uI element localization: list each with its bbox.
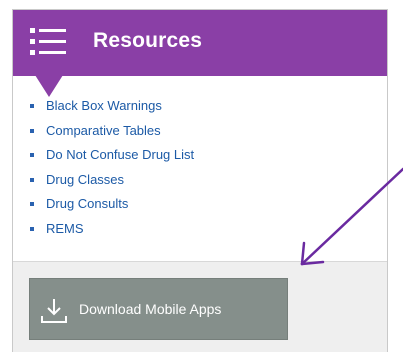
- download-icon: [41, 299, 67, 323]
- resources-panel: Resources Black Box Warnings Comparative…: [12, 9, 388, 352]
- link-label[interactable]: Do Not Confuse Drug List: [46, 147, 194, 162]
- hamburger-list-icon[interactable]: [30, 25, 66, 59]
- link-comparative-tables[interactable]: Comparative Tables: [13, 123, 194, 148]
- bullet-icon: [30, 104, 34, 108]
- link-drug-consults[interactable]: Drug Consults: [13, 196, 194, 221]
- resources-link-list: Black Box Warnings Comparative Tables Do…: [13, 98, 194, 245]
- resources-header: Resources: [13, 10, 387, 76]
- link-label[interactable]: Comparative Tables: [46, 123, 161, 138]
- link-black-box-warnings[interactable]: Black Box Warnings: [13, 98, 194, 123]
- link-label[interactable]: Drug Classes: [46, 172, 124, 187]
- download-label: Download Mobile Apps: [79, 301, 222, 317]
- link-label[interactable]: REMS: [46, 221, 84, 236]
- link-drug-classes[interactable]: Drug Classes: [13, 172, 194, 197]
- header-pointer: [35, 75, 63, 97]
- bullet-icon: [30, 226, 34, 231]
- bullet-icon: [30, 202, 34, 206]
- download-mobile-apps-button[interactable]: Download Mobile Apps: [29, 278, 288, 340]
- bullet-icon: [30, 153, 34, 157]
- link-rems[interactable]: REMS: [13, 221, 194, 246]
- footer-area: Download Mobile Apps: [13, 261, 387, 352]
- bullet-icon: [30, 128, 34, 133]
- bullet-icon: [30, 177, 34, 182]
- link-label[interactable]: Black Box Warnings: [46, 98, 162, 113]
- link-label[interactable]: Drug Consults: [46, 196, 128, 211]
- resources-title: Resources: [93, 29, 203, 52]
- link-do-not-confuse-drug-list[interactable]: Do Not Confuse Drug List: [13, 147, 194, 172]
